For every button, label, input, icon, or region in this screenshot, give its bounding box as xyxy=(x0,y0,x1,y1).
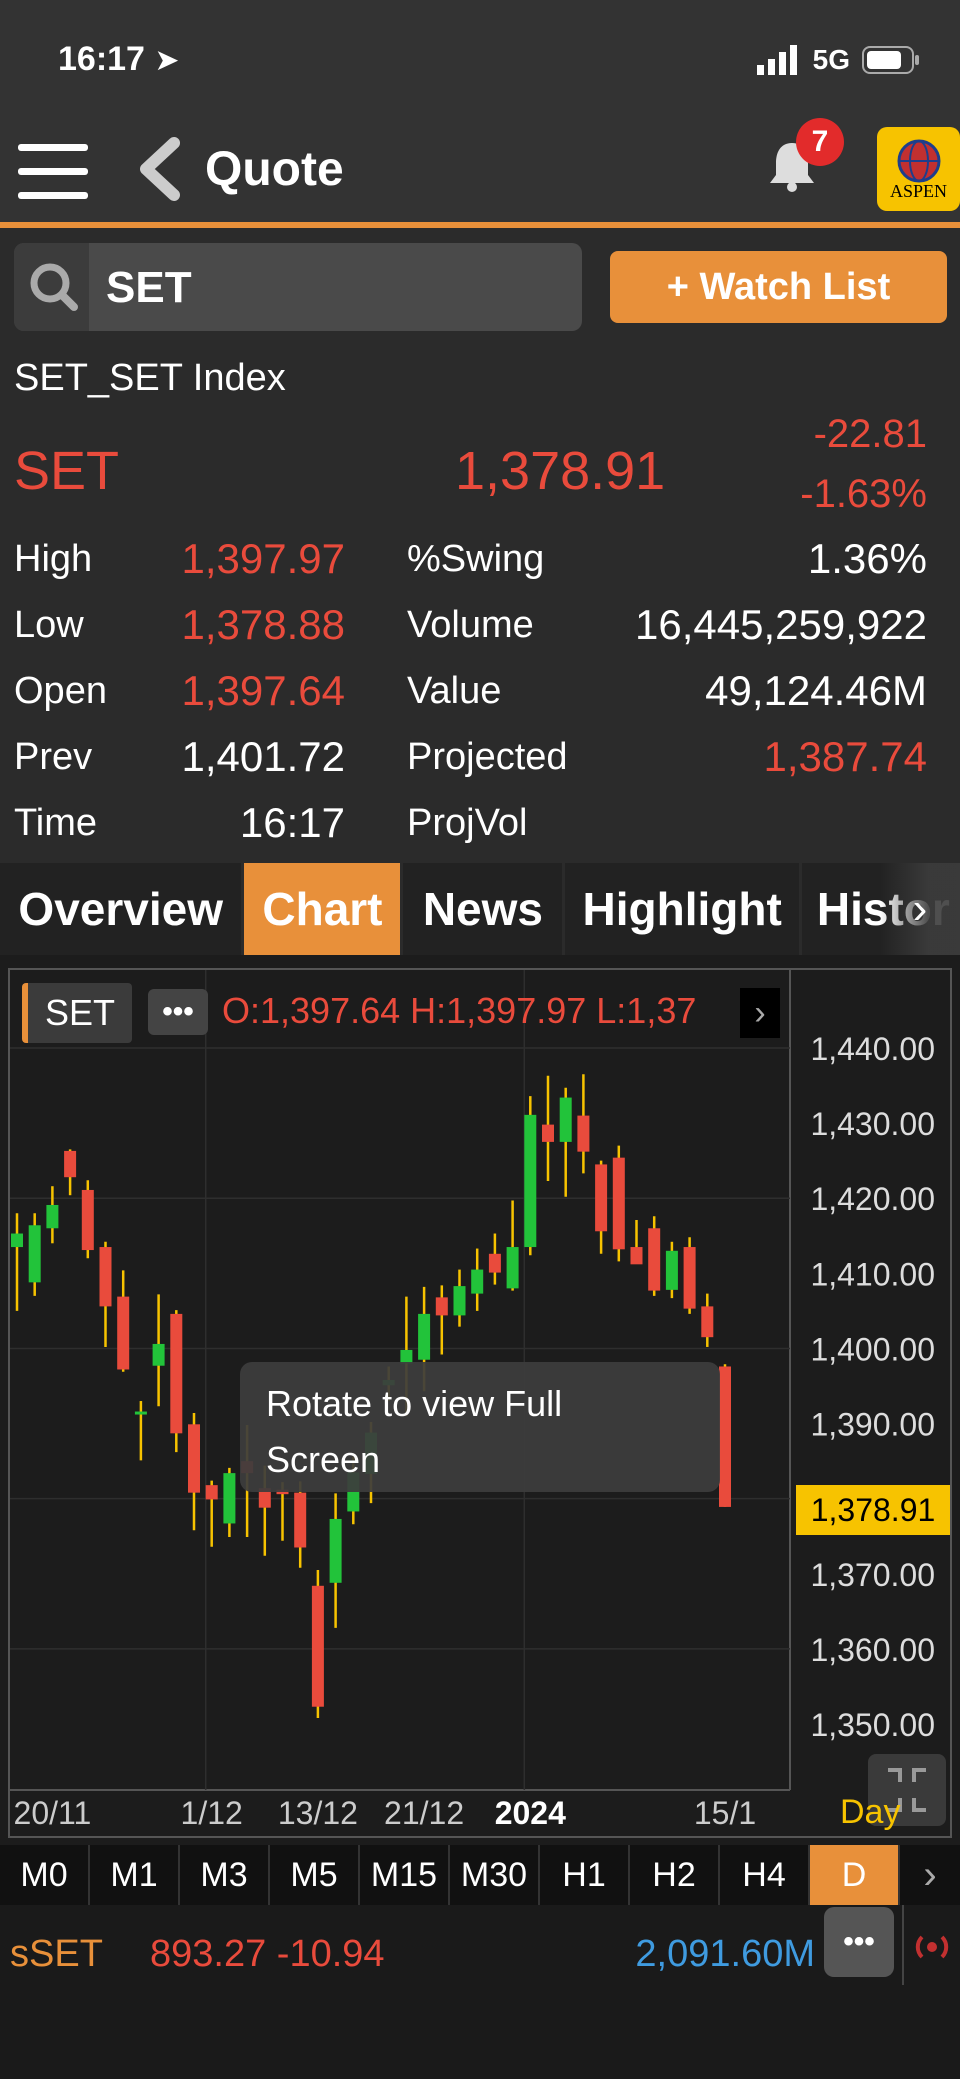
candle-body xyxy=(170,1313,183,1434)
candle-body xyxy=(683,1247,696,1309)
candle-body xyxy=(99,1247,112,1307)
x-tick-label: 2024 xyxy=(495,1795,566,1831)
candle-body xyxy=(64,1150,77,1178)
chart-period-label: Day xyxy=(840,1793,901,1831)
timeframe-m0[interactable]: M0 xyxy=(0,1845,90,1905)
candle-body xyxy=(28,1225,41,1283)
x-tick-label: 15/1 xyxy=(694,1795,756,1831)
y-tick-label: 1,430.00 xyxy=(810,1106,935,1142)
tooltip-line: Screen xyxy=(266,1439,381,1480)
candle-body xyxy=(471,1269,484,1294)
candle-body xyxy=(418,1313,431,1360)
ticker-divider xyxy=(902,1905,904,1985)
current-price-tag: 1,378.91 xyxy=(796,1485,950,1535)
candle-body xyxy=(577,1115,590,1152)
timeframe-h2[interactable]: H2 xyxy=(630,1845,720,1905)
y-tick-label: 1,400.00 xyxy=(810,1331,935,1367)
tooltip-line: Rotate to view Full xyxy=(266,1383,563,1424)
ticker-symbol: sSET xyxy=(10,1933,103,1975)
candle-body xyxy=(205,1485,218,1500)
timeframe-d[interactable]: D xyxy=(810,1845,900,1905)
candle-body xyxy=(665,1250,678,1290)
x-tick-label: 20/11 xyxy=(14,1795,92,1831)
timeframe-m30[interactable]: M30 xyxy=(450,1845,540,1905)
timeframe-m3[interactable]: M3 xyxy=(180,1845,270,1905)
y-tick-label: 1,420.00 xyxy=(810,1181,935,1217)
chart-more-button[interactable]: ••• xyxy=(148,989,208,1035)
candle-body xyxy=(311,1585,324,1707)
x-tick-label: 13/12 xyxy=(278,1795,358,1831)
candle-body xyxy=(524,1114,537,1248)
timeframe-bar: M0 M1 M3 M5 M15 M30 H1 H2 H4 D › xyxy=(0,1845,960,1905)
candle-body xyxy=(117,1296,130,1370)
candle-body xyxy=(46,1204,59,1229)
y-tick-label: 1,370.00 xyxy=(810,1557,935,1593)
candlestick-chart[interactable]: 1,440.00 1,430.00 1,420.00 1,410.00 1,400.00… xyxy=(0,0,960,1845)
candle-body xyxy=(11,1233,23,1248)
timeframe-scroll-icon[interactable]: › xyxy=(900,1845,960,1905)
timeframe-h1[interactable]: H1 xyxy=(540,1845,630,1905)
y-tick-label: 1,350.00 xyxy=(810,1707,935,1743)
timeframe-m5[interactable]: M5 xyxy=(270,1845,360,1905)
candle-body xyxy=(223,1473,236,1524)
y-tick-label: 1,360.00 xyxy=(810,1632,935,1668)
bottom-safe-area xyxy=(0,2005,960,2079)
candle-body xyxy=(648,1228,661,1291)
candle-body xyxy=(134,1411,147,1415)
chart-symbol-chip[interactable]: SET xyxy=(22,983,132,1043)
timeframe-m1[interactable]: M1 xyxy=(90,1845,180,1905)
candle-body xyxy=(612,1157,625,1250)
y-tick-label: 1,410.00 xyxy=(810,1256,935,1292)
timeframe-h4[interactable]: H4 xyxy=(720,1845,810,1905)
ticker-price-change: 893.27 -10.94 xyxy=(150,1933,385,1975)
candle-body xyxy=(435,1297,448,1316)
candle-body xyxy=(152,1343,165,1366)
rotate-hint-tooltip: Rotate to view Full Screen xyxy=(240,1362,720,1492)
ohlc-readout: O:1,397.64 H:1,397.97 L:1,37 xyxy=(222,990,697,1031)
ticker-more-button[interactable]: ••• xyxy=(824,1907,894,1977)
candle-body xyxy=(630,1247,643,1265)
candle-body xyxy=(506,1247,519,1289)
bottom-ticker[interactable]: sSET 893.27 -10.94 2,091.60M ••• xyxy=(0,1905,960,2005)
x-tick-label: 1/12 xyxy=(181,1795,243,1831)
y-tick-label: 1,440.00 xyxy=(810,1031,935,1067)
candle-body xyxy=(329,1518,342,1583)
candle-body xyxy=(719,1366,731,1507)
broadcast-icon[interactable] xyxy=(910,1927,954,1972)
ohlc-scroll-icon[interactable]: › xyxy=(740,988,780,1038)
candle-body xyxy=(81,1189,94,1251)
candle-body xyxy=(701,1306,714,1338)
ticker-value: 2,091.60M xyxy=(635,1933,815,1975)
candle-body xyxy=(294,1492,307,1548)
candle-body xyxy=(595,1164,608,1232)
candle-body xyxy=(488,1253,501,1273)
y-tick-label: 1,390.00 xyxy=(810,1407,935,1443)
timeframe-m15[interactable]: M15 xyxy=(360,1845,450,1905)
candle-body xyxy=(188,1424,200,1493)
candle-body xyxy=(542,1124,554,1142)
candle-body xyxy=(559,1097,572,1142)
x-tick-label: 21/12 xyxy=(384,1795,464,1831)
candle-body xyxy=(453,1286,466,1316)
